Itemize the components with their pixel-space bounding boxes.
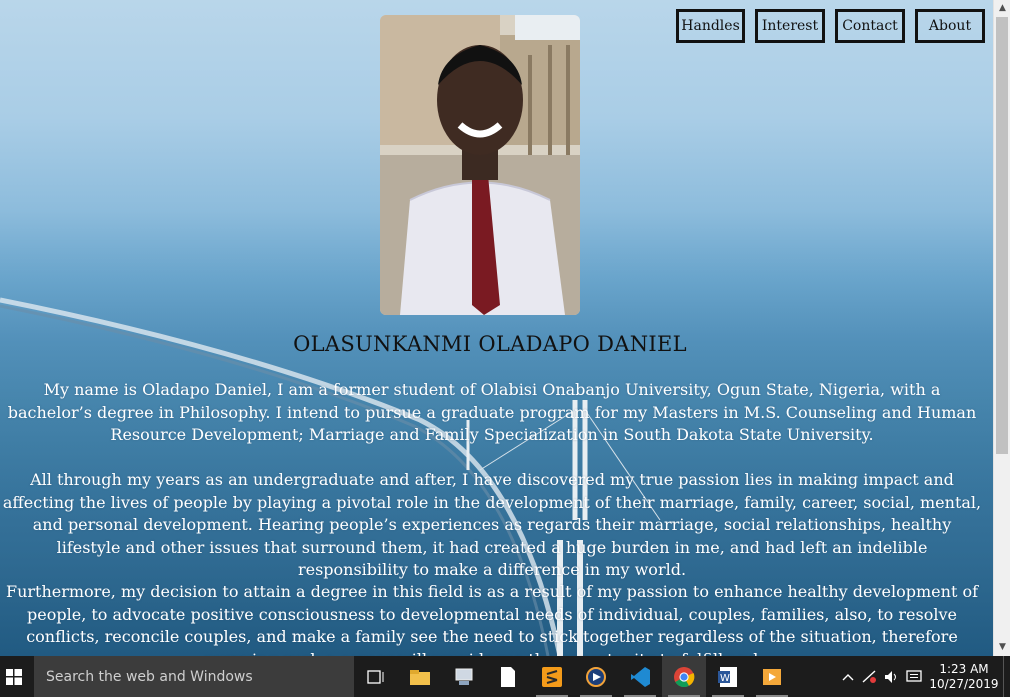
chrome-icon[interactable] bbox=[662, 656, 706, 697]
vertical-scrollbar[interactable]: ▲ ▼ bbox=[993, 0, 1010, 656]
media-player-icon[interactable] bbox=[574, 656, 618, 697]
network-icon[interactable] bbox=[442, 656, 486, 697]
nav-handles-button[interactable]: Handles bbox=[676, 9, 745, 43]
bio-paragraph: All through my years as an undergraduate… bbox=[2, 470, 982, 580]
windows-logo-icon bbox=[5, 668, 22, 685]
scrollbar-thumb[interactable] bbox=[996, 17, 1008, 454]
wifi-no-connection-icon[interactable] bbox=[859, 656, 881, 697]
clock-time: 1:23 AM bbox=[939, 661, 989, 676]
top-navigation: Handles Interest Contact About bbox=[676, 9, 985, 43]
bio-paragraph: My name is Oladapo Daniel, I am a former… bbox=[7, 380, 977, 445]
nav-interest-button[interactable]: Interest bbox=[755, 9, 825, 43]
taskbar-search-box[interactable]: Search the web and Windows bbox=[34, 656, 354, 697]
start-button[interactable] bbox=[0, 656, 27, 697]
volume-icon[interactable] bbox=[881, 656, 903, 697]
notifications-icon[interactable] bbox=[903, 656, 925, 697]
word-icon[interactable]: W bbox=[706, 656, 750, 697]
document-icon[interactable] bbox=[486, 656, 530, 697]
bio-paragraph: Furthermore, my decision to attain a deg… bbox=[5, 582, 979, 656]
profile-name-heading: OLASUNKANMI OLADAPO DANIEL bbox=[293, 332, 687, 356]
windows-taskbar: Search the web and Windows W 1:23 AM 10/… bbox=[0, 656, 1010, 697]
show-desktop-button[interactable] bbox=[1003, 656, 1010, 697]
vscode-icon[interactable] bbox=[618, 656, 662, 697]
clock-date: 10/27/2019 bbox=[929, 676, 999, 691]
web-page-viewport: Handles Interest Contact About OLASUNKAN… bbox=[0, 0, 993, 656]
file-explorer-icon[interactable] bbox=[398, 656, 442, 697]
task-view-icon[interactable] bbox=[354, 656, 398, 697]
nav-contact-button[interactable]: Contact bbox=[835, 9, 905, 43]
nav-about-button[interactable]: About bbox=[915, 9, 985, 43]
scroll-up-arrow-icon[interactable]: ▲ bbox=[994, 0, 1010, 17]
chevron-up-icon[interactable] bbox=[837, 656, 859, 697]
profile-photo bbox=[380, 15, 580, 315]
scroll-down-arrow-icon[interactable]: ▼ bbox=[994, 639, 1010, 656]
system-tray: 1:23 AM 10/27/2019 bbox=[837, 656, 1010, 697]
system-clock[interactable]: 1:23 AM 10/27/2019 bbox=[925, 662, 1003, 692]
sublime-text-icon[interactable] bbox=[530, 656, 574, 697]
video-icon[interactable] bbox=[750, 656, 794, 697]
svg-text:W: W bbox=[720, 673, 730, 684]
